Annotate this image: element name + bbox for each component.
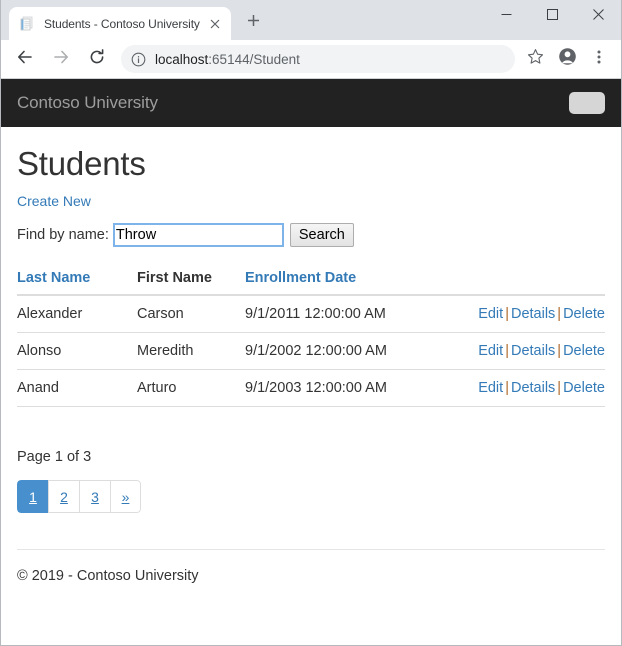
browser-toolbar: localhost:65144/Student — [1, 40, 621, 79]
search-form: Find by name: Search — [17, 223, 605, 247]
reload-icon — [88, 48, 106, 71]
column-header-last-name: Last Name — [17, 263, 137, 296]
back-arrow-icon — [16, 48, 34, 71]
browser-tab-title: Students - Contoso University — [44, 16, 200, 31]
pagination-page-3[interactable]: 3 — [79, 480, 110, 513]
edit-link[interactable]: Edit — [478, 380, 503, 396]
address-bar-host: localhost — [155, 51, 209, 67]
column-header-first-name: First Name — [137, 263, 245, 296]
students-table-head: Last Name First Name Enrollment Date — [17, 263, 605, 296]
three-dot-menu-icon — [591, 49, 607, 70]
forward-button[interactable] — [46, 44, 76, 74]
column-header-actions — [435, 263, 605, 296]
action-separator: | — [557, 380, 562, 396]
address-bar-url: localhost:65144/Student — [155, 52, 300, 67]
table-row: Alexander Carson 9/1/2011 12:00:00 AM Ed… — [17, 294, 605, 333]
footer-divider — [17, 549, 605, 550]
window-controls — [483, 0, 621, 32]
search-button[interactable]: Search — [289, 223, 354, 247]
action-separator: | — [557, 306, 562, 322]
action-separator: | — [505, 343, 509, 359]
cell-first-name: Carson — [137, 294, 245, 333]
cell-actions: Edit | Details | Delete — [435, 369, 605, 407]
cell-actions: Edit | Details | Delete — [435, 332, 605, 370]
sort-last-name-link[interactable]: Last Name — [17, 270, 90, 286]
cell-last-name: Alonso — [17, 332, 137, 370]
star-icon — [527, 48, 544, 70]
plus-icon — [247, 14, 260, 32]
cell-enrollment-date: 9/1/2011 12:00:00 AM — [245, 294, 436, 333]
details-link[interactable]: Details — [511, 343, 555, 359]
window-maximize-button[interactable] — [529, 0, 575, 32]
cell-enrollment-date: 9/1/2002 12:00:00 AM — [245, 332, 436, 370]
minimize-icon — [501, 7, 512, 25]
table-header-row: Last Name First Name Enrollment Date — [17, 263, 605, 296]
tab-strip: Students - Contoso University — [1, 0, 621, 40]
create-new-link[interactable]: Create New — [17, 193, 91, 209]
table-row: Anand Arturo 9/1/2003 12:00:00 AM Edit | D… — [17, 369, 605, 407]
action-separator: | — [505, 306, 509, 322]
bookmark-button[interactable] — [521, 45, 549, 73]
cell-first-name: Arturo — [137, 369, 245, 407]
site-brand[interactable]: Contoso University — [17, 93, 158, 113]
navbar-toggler-icon[interactable] — [569, 92, 605, 114]
students-table: Last Name First Name Enrollment Date Ale… — [17, 263, 605, 407]
maximize-icon — [546, 7, 558, 25]
document-icon — [19, 16, 35, 32]
tab-close-icon[interactable] — [207, 16, 223, 32]
footer-copyright: © 2019 - Contoso University — [17, 568, 199, 584]
details-link[interactable]: Details — [511, 380, 555, 396]
page-title: Students — [17, 145, 146, 182]
pagination: 1 2 3 » — [17, 480, 141, 513]
pagination-page-2[interactable]: 2 — [48, 480, 79, 513]
edit-link[interactable]: Edit — [478, 306, 503, 322]
action-separator: | — [505, 380, 509, 396]
new-tab-button[interactable] — [239, 9, 267, 37]
address-bar-path: :65144/Student — [208, 51, 300, 67]
cell-last-name: Alexander — [17, 294, 137, 333]
table-row: Alonso Meredith 9/1/2002 12:00:00 AM Edi… — [17, 332, 605, 370]
students-table-body: Alexander Carson 9/1/2011 12:00:00 AM Ed… — [17, 294, 605, 407]
edit-link[interactable]: Edit — [478, 343, 503, 359]
browser-menu-button[interactable] — [585, 45, 613, 73]
forward-arrow-icon — [52, 48, 70, 71]
site-navbar: Contoso University — [1, 79, 621, 127]
delete-link[interactable]: Delete — [563, 343, 605, 359]
create-new-row: Create New — [17, 193, 605, 211]
cell-actions: Edit | Details | Delete — [435, 294, 605, 333]
delete-link[interactable]: Delete — [563, 380, 605, 396]
cell-enrollment-date: 9/1/2003 12:00:00 AM — [245, 369, 436, 407]
cell-first-name: Meredith — [137, 332, 245, 370]
browser-window: Students - Contoso University localhost:… — [0, 0, 622, 646]
search-input[interactable] — [112, 223, 284, 247]
window-close-button[interactable] — [575, 0, 621, 32]
page-viewport: Contoso University Students Create New F… — [1, 79, 621, 645]
info-circle-icon[interactable] — [130, 51, 146, 67]
browser-tab-students[interactable]: Students - Contoso University — [9, 7, 231, 40]
pagination-next[interactable]: » — [110, 480, 141, 513]
search-label: Find by name: — [17, 227, 109, 243]
delete-link[interactable]: Delete — [563, 306, 605, 322]
cell-last-name: Anand — [17, 369, 137, 407]
back-button[interactable] — [10, 44, 40, 74]
page-container: Students Create New Find by name: Search… — [1, 144, 621, 584]
column-header-enrollment-date: Enrollment Date — [245, 263, 436, 296]
pagination-page-1[interactable]: 1 — [17, 480, 48, 513]
page-info-text: Page 1 of 3 — [17, 449, 92, 465]
reload-button[interactable] — [82, 44, 112, 74]
profile-avatar-icon — [558, 47, 577, 71]
sort-enrollment-date-link[interactable]: Enrollment Date — [245, 270, 356, 286]
close-icon — [592, 7, 604, 25]
address-bar[interactable]: localhost:65144/Student — [121, 45, 515, 73]
profile-button[interactable] — [553, 45, 581, 73]
details-link[interactable]: Details — [511, 306, 555, 322]
action-separator: | — [557, 343, 562, 359]
window-minimize-button[interactable] — [483, 0, 529, 32]
